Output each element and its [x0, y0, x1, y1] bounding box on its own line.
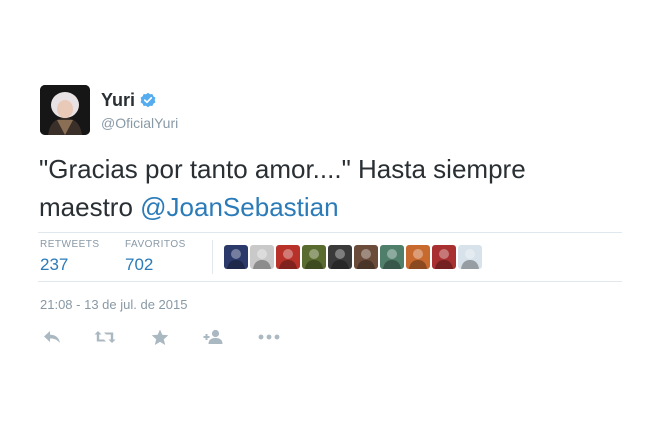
mention-link[interactable]: @JoanSebastian	[140, 192, 338, 222]
profile-photo	[40, 85, 90, 135]
favoriter-avatar[interactable]	[224, 245, 248, 269]
favoriter-avatar[interactable]	[328, 245, 352, 269]
retweets-label: RETWEETS	[40, 239, 100, 250]
tweet-text: "Gracias por tanto amor...." Hasta siemp…	[39, 150, 619, 226]
tweet-card: Yuri @OficialYuri "Gracias por tanto amo…	[0, 0, 646, 432]
retweets-count: 237	[40, 255, 69, 274]
favorites-count: 702	[125, 255, 154, 274]
favoriter-avatar[interactable]	[432, 245, 456, 269]
favorites-stat[interactable]: FAVORITOS 702	[125, 239, 186, 276]
favorite-button[interactable]	[148, 326, 172, 348]
author-avatar[interactable]	[40, 85, 90, 135]
retweet-icon	[94, 331, 116, 343]
favoriter-avatar[interactable]	[276, 245, 300, 269]
favoriter-avatar[interactable]	[406, 245, 430, 269]
favoriter-avatar[interactable]	[380, 245, 404, 269]
reply-button[interactable]	[40, 326, 64, 348]
tweet-timestamp[interactable]: 21:08 - 13 de jul. de 2015	[40, 297, 187, 313]
stats-top-divider	[38, 232, 622, 233]
more-icon	[258, 334, 280, 340]
favoriter-avatar[interactable]	[354, 245, 378, 269]
follow-button[interactable]	[201, 326, 225, 348]
favorites-label: FAVORITOS	[125, 239, 186, 250]
verified-badge-icon	[140, 92, 156, 108]
favoriter-avatar[interactable]	[458, 245, 482, 269]
favorite-star-icon	[151, 329, 169, 345]
more-button[interactable]	[257, 326, 281, 348]
retweet-button[interactable]	[93, 326, 117, 348]
favoriter-avatar[interactable]	[250, 245, 274, 269]
stats-bottom-divider	[38, 281, 622, 282]
author-handle[interactable]: @OficialYuri	[101, 114, 178, 132]
stats-separator	[212, 240, 213, 274]
favoriter-avatar[interactable]	[302, 245, 326, 269]
retweets-stat[interactable]: RETWEETS 237	[40, 239, 100, 276]
reply-icon	[44, 331, 60, 343]
follow-icon	[203, 329, 223, 344]
author-name[interactable]: Yuri	[101, 89, 135, 111]
